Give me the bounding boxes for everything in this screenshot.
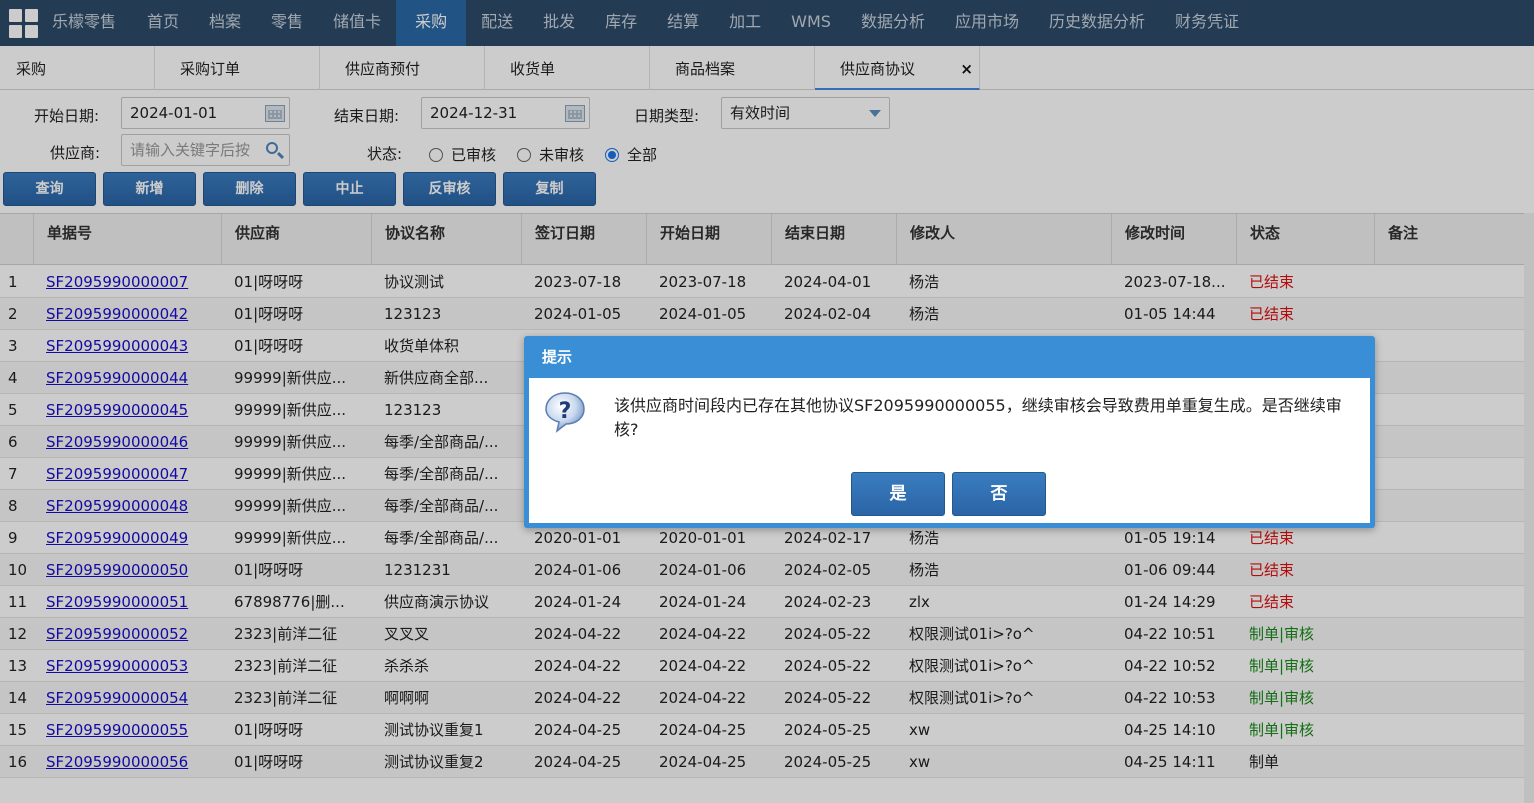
question-icon: ? (545, 392, 585, 433)
dialog-body: ? 该供应商时间段内已存在其他协议SF2095990000055，继续审核会导致… (529, 378, 1370, 523)
dialog-message: 该供应商时间段内已存在其他协议SF2095990000055，继续审核会导致费用… (614, 396, 1342, 439)
svg-text:?: ? (559, 399, 572, 424)
confirm-yes-button[interactable]: 是 (851, 472, 945, 516)
confirm-no-button[interactable]: 否 (952, 472, 1046, 516)
dialog-title: 提示 (542, 348, 573, 366)
confirm-dialog: 提示 ? 该供应商时间段内已存在其他协议SF2095990000055，继续审核… (524, 336, 1375, 528)
